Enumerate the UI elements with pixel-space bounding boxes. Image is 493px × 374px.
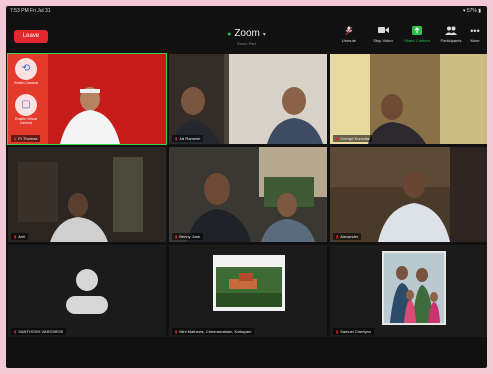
video-tile[interactable]: ▮ SANTHOSH VARGHESE [8, 245, 166, 337]
share-content-label: Share Content [404, 38, 430, 43]
profile-picture [213, 255, 285, 311]
participant-name: ▮ SANTHOSH VARGHESE [11, 328, 67, 335]
participant-name: ▮ Samuel Cheriyan [333, 328, 374, 335]
more-button[interactable]: ••• More [458, 26, 487, 43]
mic-muted-icon: ▮ [336, 329, 339, 334]
mic-muted-icon: ▮ [175, 234, 178, 239]
participant-name: ▮ George Kuruvila [333, 135, 373, 142]
participant-name: ▮ Alexander [333, 233, 362, 240]
zoom-meeting-screen: 7:53 PM Fri Jul 31 ▾ 57% ▮ Leave ● Zoom ▾ … [6, 6, 487, 368]
battery-status: ▾ 57% ▮ [462, 8, 481, 14]
participant-video [330, 147, 487, 242]
participant-video [169, 147, 327, 242]
video-tile[interactable]: ▮ Alexander [330, 147, 487, 242]
share-content-button[interactable]: Share Content [400, 26, 434, 43]
ios-status-bar: 7:53 PM Fri Jul 31 ▾ 57% ▮ [6, 6, 487, 16]
virtual-camera-icon: ▢ [15, 94, 37, 116]
stop-video-label: Stop Video [373, 38, 393, 43]
mic-muted-icon: ▮ [14, 329, 17, 334]
mic-muted-icon: ▮ [175, 136, 178, 141]
participant-name: ▮ Fr Thomas [11, 135, 41, 142]
profile-picture [382, 251, 446, 325]
participant-video [8, 147, 166, 242]
video-tile[interactable]: ▮ George Kuruvila [330, 54, 487, 144]
participant-name: ▮ Mini Mathews, Cheeramattam, Kottayam [172, 328, 255, 335]
chevron-down-icon: ▾ [262, 32, 266, 38]
virtual-camera-button[interactable]: ▢ Enable Virtual Camera [12, 94, 40, 125]
video-tile[interactable]: ▮ Samuel Cheriyan [330, 245, 487, 337]
meeting-title-text: Zoom [234, 28, 260, 39]
mic-muted-icon: ▮ [336, 234, 339, 239]
participant-video [330, 54, 487, 144]
more-icon: ••• [470, 26, 480, 36]
video-icon [366, 26, 400, 36]
meeting-toolbar: Leave ● Zoom ▾ Zoom Pad Unmute Stop Video … [6, 16, 487, 50]
mic-muted-icon [332, 26, 366, 36]
video-tile[interactable]: ▮ Anil [8, 147, 166, 242]
video-tile[interactable]: ▮ Mini Mathews, Cheeramattam, Kottayam [169, 245, 327, 337]
participant-name: ▮ Benny Jose [172, 233, 204, 240]
participant-name: ▮ Anil [11, 233, 28, 240]
camera-switch-icon: ⟲ [15, 58, 37, 80]
video-tile[interactable]: ▮ Jai Ramesh [169, 54, 327, 144]
more-label: More [470, 38, 480, 43]
participant-name: ▮ Jai Ramesh [172, 135, 204, 142]
unmute-button[interactable]: Unmute [332, 26, 366, 43]
stop-video-button[interactable]: Stop Video [366, 26, 400, 43]
video-tile[interactable]: ▮ Benny Jose [169, 147, 327, 242]
switch-camera-button[interactable]: ⟲ Switch Camera [12, 58, 40, 85]
avatar-placeholder-icon [66, 269, 108, 314]
unmute-label: Unmute [341, 38, 356, 43]
mic-muted-icon: ▮ [175, 329, 178, 334]
status-time: 7:53 PM Fri Jul 31 [10, 8, 51, 14]
share-icon [400, 26, 434, 36]
participant-video [169, 54, 327, 144]
switch-camera-label: Switch Camera [14, 81, 38, 85]
mic-muted-icon: ▮ [336, 136, 339, 141]
mic-muted-icon: ▮ [14, 234, 17, 239]
shield-icon: ● [227, 31, 232, 38]
mic-muted-icon: ▮ [14, 136, 17, 141]
virtual-camera-label: Enable Virtual Camera [15, 117, 37, 125]
